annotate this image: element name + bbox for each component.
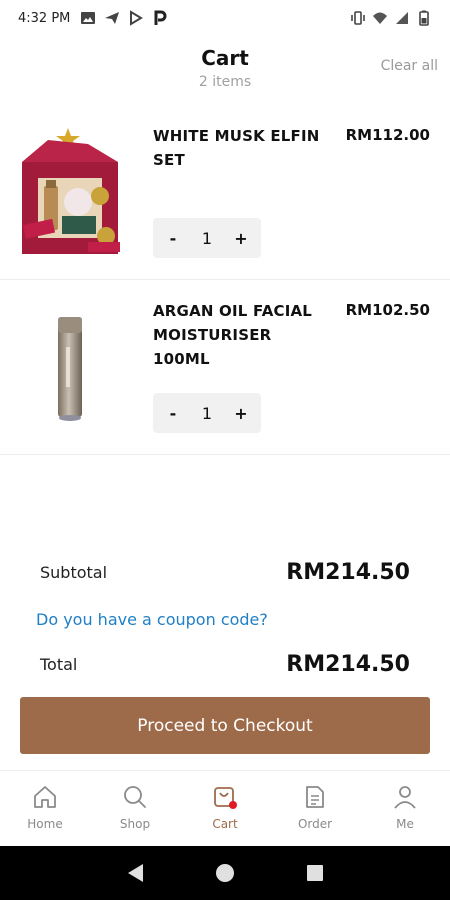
proceed-to-checkout-button[interactable]: Proceed to Checkout bbox=[20, 697, 430, 754]
clear-all-button[interactable]: Clear all bbox=[381, 58, 438, 74]
image-icon bbox=[80, 10, 96, 26]
total-row: Total RM214.50 bbox=[40, 652, 410, 677]
status-time: 4:32 PM bbox=[18, 10, 71, 26]
user-icon bbox=[391, 783, 419, 811]
order-icon bbox=[301, 783, 329, 811]
quantity-stepper: - 1 + bbox=[153, 218, 261, 258]
wifi-icon bbox=[372, 10, 388, 26]
gift-set-image[interactable] bbox=[18, 122, 122, 262]
quantity-value: 1 bbox=[201, 403, 213, 423]
nav-label: Order bbox=[297, 817, 333, 831]
back-icon[interactable] bbox=[120, 858, 150, 888]
nav-item-order[interactable]: Order bbox=[270, 771, 360, 846]
decrease-quantity-button[interactable]: - bbox=[165, 404, 181, 423]
cart-item: ARGAN OIL FACIAL MOISTURISER 100ML RM102… bbox=[0, 279, 450, 455]
home-circle-icon[interactable] bbox=[210, 858, 240, 888]
increase-quantity-button[interactable]: + bbox=[233, 229, 249, 248]
battery-icon bbox=[416, 10, 432, 26]
status-bar: 4:32 PM bbox=[0, 0, 450, 36]
quantity-stepper: - 1 + bbox=[153, 393, 261, 433]
p-app-icon bbox=[152, 10, 168, 26]
send-icon bbox=[104, 10, 120, 26]
signal-icon bbox=[394, 10, 410, 26]
cart-item: WHITE MUSK ELFIN SET RM112.00 - 1 + bbox=[0, 104, 450, 280]
bottom-nav: Home Shop Cart Order Me bbox=[0, 770, 450, 846]
quantity-value: 1 bbox=[201, 228, 213, 248]
recents-icon[interactable] bbox=[300, 858, 330, 888]
item-price: RM102.50 bbox=[345, 301, 430, 319]
increase-quantity-button[interactable]: + bbox=[233, 404, 249, 423]
moisturiser-bottle-image[interactable] bbox=[18, 297, 122, 437]
item-name: ARGAN OIL FACIAL MOISTURISER 100ML bbox=[153, 302, 313, 368]
nav-label: Me bbox=[396, 817, 414, 831]
cart-icon bbox=[211, 783, 239, 811]
subtotal-value: RM214.50 bbox=[286, 560, 410, 585]
nav-item-me[interactable]: Me bbox=[360, 771, 450, 846]
item-count: 2 items bbox=[198, 74, 252, 90]
system-nav-bar bbox=[0, 846, 450, 900]
decrease-quantity-button[interactable]: - bbox=[165, 229, 181, 248]
nav-label: Shop bbox=[119, 817, 151, 831]
search-icon bbox=[121, 783, 149, 811]
total-value: RM214.50 bbox=[286, 652, 410, 677]
item-price: RM112.00 bbox=[345, 126, 430, 144]
subtotal-row: Subtotal RM214.50 bbox=[40, 560, 410, 585]
nav-label: Home bbox=[27, 817, 63, 831]
nav-item-shop[interactable]: Shop bbox=[90, 771, 180, 846]
nav-label: Cart bbox=[212, 817, 238, 831]
total-label: Total bbox=[40, 655, 78, 674]
nav-item-cart[interactable]: Cart bbox=[180, 771, 270, 846]
home-icon bbox=[31, 783, 59, 811]
coupon-link[interactable]: Do you have a coupon code? bbox=[36, 610, 268, 629]
vibrate-icon bbox=[350, 10, 366, 26]
nav-item-home[interactable]: Home bbox=[0, 771, 90, 846]
play-store-icon bbox=[128, 10, 144, 26]
cart-header: Cart 2 items Clear all bbox=[0, 36, 450, 108]
subtotal-label: Subtotal bbox=[40, 563, 108, 582]
item-name: WHITE MUSK ELFIN SET bbox=[153, 127, 320, 169]
